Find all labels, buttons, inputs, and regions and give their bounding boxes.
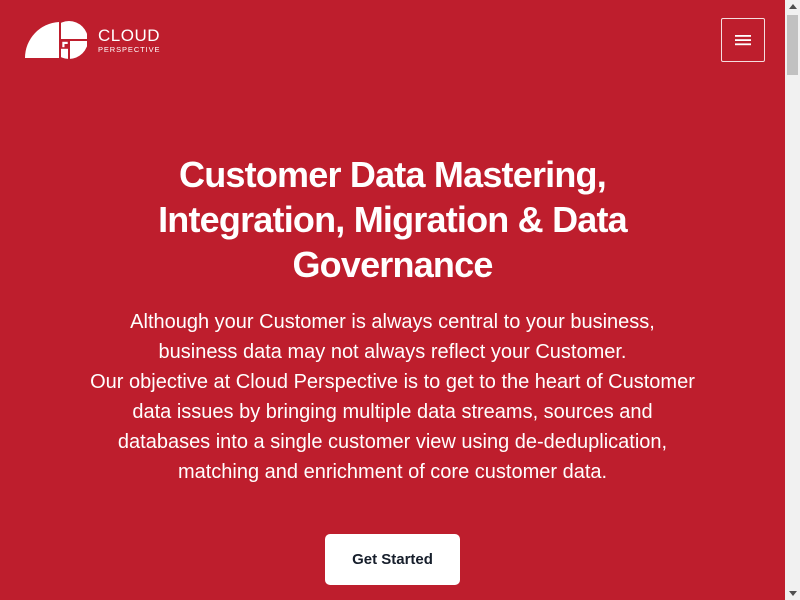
logo-wordmark: CLOUD PERSPECTIVE (98, 27, 160, 54)
scroll-up-arrow-icon[interactable] (789, 4, 797, 9)
menu-toggle-button[interactable] (721, 18, 765, 62)
page: CLOUD PERSPECTIVE Customer Data Masterin… (0, 0, 785, 600)
hero-title: Customer Data Mastering, Integration, Mi… (158, 154, 628, 285)
cloud-perspective-logo-icon (25, 21, 87, 59)
hero-paragraph-1: Although your Customer is always central… (130, 311, 655, 363)
logo-name: CLOUD (98, 25, 161, 45)
hamburger-menu-icon (735, 35, 751, 46)
site-logo[interactable]: CLOUD PERSPECTIVE (25, 20, 160, 60)
scroll-down-arrow-icon[interactable] (789, 591, 797, 596)
vertical-scrollbar[interactable] (785, 0, 800, 600)
logo-tagline: PERSPECTIVE (98, 44, 161, 54)
hero-paragraph-2: Our objective at Cloud Perspective is to… (90, 371, 695, 483)
hero-description: Although your Customer is always central… (90, 307, 695, 487)
scrollbar-thumb[interactable] (787, 15, 798, 75)
get-started-button[interactable]: Get Started (325, 534, 460, 585)
